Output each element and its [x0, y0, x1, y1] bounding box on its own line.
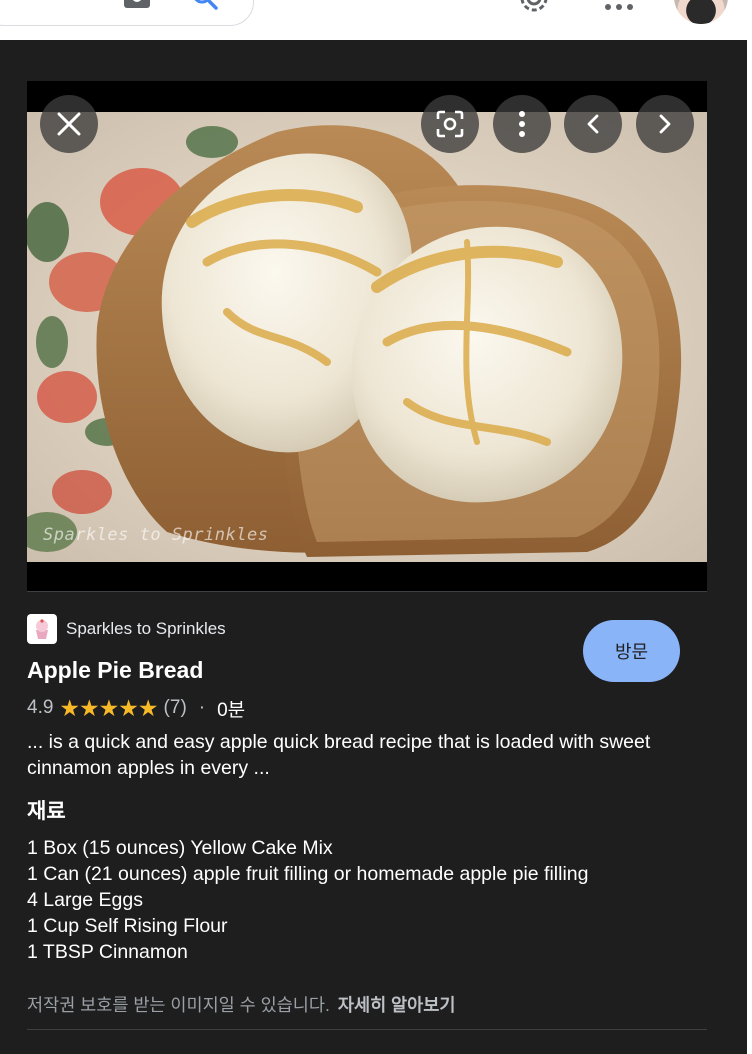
food-photo[interactable]	[27, 112, 707, 562]
image-watermark: Sparkles to Sprinkles	[43, 525, 269, 545]
previous-image-button[interactable]	[564, 95, 622, 153]
rating-row: 4.9 ★ ★ ★ ★ ★ (7) · 0분	[27, 694, 245, 722]
more-apps-icon[interactable]	[603, 0, 635, 12]
camera-search-icon[interactable]	[122, 0, 152, 12]
copyright-notice: 저작권 보호를 받는 이미지일 수 있습니다. 자세히 알아보기	[27, 992, 455, 1017]
top-bar	[0, 0, 752, 40]
source-favicon	[27, 614, 57, 644]
close-button[interactable]	[40, 95, 98, 153]
lens-search-button[interactable]	[421, 95, 479, 153]
star-icon: ★	[79, 694, 100, 721]
bottom-divider	[27, 1029, 707, 1030]
rating-count: (7)	[163, 697, 187, 718]
avatar[interactable]	[674, 0, 728, 24]
result-snippet: ... is a quick and easy apple quick brea…	[27, 731, 651, 779]
search-icon[interactable]	[190, 0, 220, 14]
star-icon: ★	[118, 694, 139, 721]
settings-icon[interactable]	[516, 0, 552, 16]
separator-dot: ·	[198, 697, 206, 718]
ingredients-heading: 재료	[27, 800, 66, 823]
cupcake-logo-icon	[36, 619, 48, 639]
star-rating: ★ ★ ★ ★ ★	[59, 694, 159, 721]
lens-search-icon	[436, 110, 464, 138]
source-name: Sparkles to Sprinkles	[66, 619, 226, 638]
close-icon	[57, 112, 81, 136]
next-image-button[interactable]	[636, 95, 694, 153]
cook-duration: 0분	[217, 699, 246, 721]
star-icon: ★	[137, 694, 159, 721]
rating-value: 4.9	[27, 697, 54, 718]
learn-more-link[interactable]: 자세히 알아보기	[338, 995, 456, 1015]
ingredient-item: 1 TBSP Cinnamon	[27, 941, 188, 963]
ingredient-item: 1 Cup Self Rising Flour	[27, 915, 228, 937]
ingredient-item: 1 Box (15 ounces) Yellow Cake Mix	[27, 837, 333, 859]
ingredient-item: 1 Can (21 ounces) apple fruit filling or…	[27, 863, 589, 885]
chevron-left-icon	[587, 114, 599, 134]
source-row[interactable]: Sparkles to Sprinkles	[27, 614, 226, 644]
more-vert-icon	[519, 111, 525, 137]
result-title[interactable]: Apple Pie Bread	[27, 657, 203, 684]
star-icon: ★	[98, 694, 120, 721]
image-viewer: Sparkles to Sprinkles	[27, 81, 707, 591]
ingredient-item: 4 Large Eggs	[27, 889, 144, 911]
chevron-right-icon	[659, 114, 671, 134]
more-options-button[interactable]	[493, 95, 551, 153]
star-icon: ★	[59, 694, 81, 721]
copyright-text: 저작권 보호를 받는 이미지일 수 있습니다.	[27, 995, 330, 1015]
divider	[27, 591, 707, 592]
visit-button[interactable]: 방문	[583, 620, 680, 682]
window-edge	[747, 0, 752, 1054]
ingredients-list: 1 Box (15 ounces) Yellow Cake Mix 1 Can …	[27, 835, 589, 965]
